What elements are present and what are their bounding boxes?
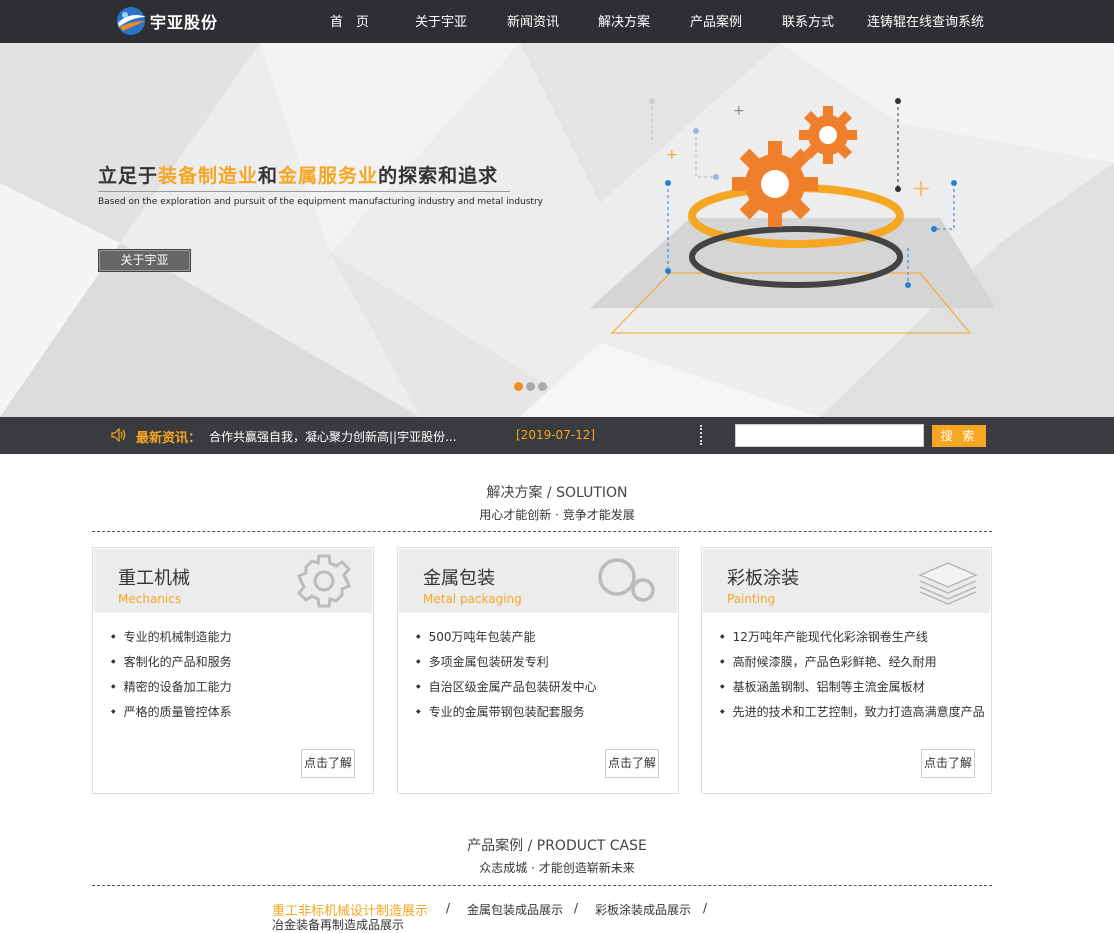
solution-title: 解决方案 / SOLUTION [486, 485, 628, 501]
card-title: 重工机械 [118, 568, 190, 589]
card-feature-list: 500万吨年包装产能 多项金属包装研发专利 自治区级金属产品包装研发中心 专业的… [416, 628, 597, 728]
headline-divider [98, 191, 510, 192]
small-gear [799, 106, 857, 164]
solution-card-painting: 彩板涂装 Painting 12万吨年产能现代化彩涂钢卷生产线 高耐候漆膜，产品… [701, 547, 992, 794]
card-feature-list: 专业的机械制造能力 客制化的产品和服务 精密的设备加工能力 严格的质量管控体系 [111, 628, 232, 728]
svg-text:+: + [733, 103, 745, 119]
carousel-dot[interactable] [538, 382, 547, 391]
card-title: 彩板涂装 [727, 568, 799, 589]
svg-text:+: + [666, 147, 678, 163]
banner-background: + + + [0, 43, 1114, 417]
carousel-dot[interactable] [514, 382, 523, 391]
card-header: 金属包装 Metal packaging [399, 549, 677, 613]
svg-text:+: + [911, 174, 931, 202]
hero-banner: + + + 立足于装备制造业和金属服务业的探索和追求 Based on the … [0, 43, 1114, 417]
list-item: 严格的质量管控体系 [111, 703, 232, 728]
list-item: 专业的机械制造能力 [111, 628, 232, 653]
category-tab-remanufacturing[interactable]: 冶金装备再制造成品展示 [272, 916, 404, 933]
speaker-icon [111, 428, 126, 442]
list-item: 12万吨年产能现代化彩涂钢卷生产线 [720, 628, 985, 653]
list-item: 客制化的产品和服务 [111, 653, 232, 678]
news-date: [2019-07-12] [516, 428, 596, 442]
list-item: 基板涵盖钢制、铝制等主流金属板材 [720, 678, 985, 703]
list-item: 自治区级金属产品包装研发中心 [416, 678, 597, 703]
brand-name: 宇亚股份 [150, 13, 219, 32]
headline-part-3: 的探索和追求 [378, 165, 499, 187]
carousel-dot[interactable] [526, 382, 535, 391]
nav-home[interactable]: 首 页 [330, 11, 369, 30]
headline-part-2: 和 [258, 165, 279, 187]
about-button[interactable]: 关于宇亚 [98, 249, 191, 272]
nav-roller-query[interactable]: 连铸辊在线查询系统 [867, 11, 984, 30]
card-header: 彩板涂装 Painting [703, 549, 990, 613]
layers-icon [918, 562, 978, 605]
banner-subline: Based on the exploration and pursuit of … [98, 197, 543, 207]
learn-more-button[interactable]: 点击了解 [605, 749, 659, 778]
logo-icon [117, 7, 146, 35]
solution-divider [92, 531, 992, 532]
banner-headline: 立足于装备制造业和金属服务业的探索和追求 [98, 161, 498, 188]
nav-solutions[interactable]: 解决方案 [598, 11, 650, 30]
card-title: 金属包装 [423, 568, 495, 589]
nav-products[interactable]: 产品案例 [690, 11, 742, 30]
search-input[interactable] [735, 424, 924, 447]
product-title: 产品案例 / PRODUCT CASE [467, 838, 647, 854]
category-separator: / [574, 901, 579, 915]
gear-icon [296, 554, 352, 608]
headline-part-1: 立足于 [98, 165, 159, 187]
headline-highlight-1: 装备制造业 [158, 165, 259, 187]
news-headline-link[interactable]: 合作共赢强自我，凝心聚力创新高||宇亚股份... [209, 428, 457, 445]
solution-card-mechanics: 重工机械 Mechanics 专业的机械制造能力 客制化的产品和服务 精密的设备… [92, 547, 374, 794]
list-item: 多项金属包装研发专利 [416, 653, 597, 678]
solution-card-packaging: 金属包装 Metal packaging 500万吨年包装产能 多项金属包装研发… [397, 547, 679, 794]
product-divider [92, 885, 992, 886]
nav-news[interactable]: 新闻资讯 [507, 11, 559, 30]
product-subtitle: 众志成城 · 才能创造崭新未来 [479, 861, 635, 875]
learn-more-button[interactable]: 点击了解 [301, 749, 355, 778]
list-item: 500万吨年包装产能 [416, 628, 597, 653]
logo[interactable]: 宇亚股份 [115, 5, 235, 37]
nav-contact[interactable]: 联系方式 [782, 11, 834, 30]
learn-more-button[interactable]: 点击了解 [921, 749, 975, 778]
list-item: 高耐候漆膜，产品色彩鲜艳、经久耐用 [720, 653, 985, 678]
big-gear [732, 141, 818, 227]
rings-icon [598, 558, 655, 602]
list-item: 精密的设备加工能力 [111, 678, 232, 703]
card-subtitle: Painting [727, 592, 776, 606]
news-divider [700, 425, 702, 445]
headline-highlight-2: 金属服务业 [278, 165, 379, 187]
category-tab-painting[interactable]: 彩板涂装成品展示 [595, 901, 691, 918]
list-item: 先进的技术和工艺控制，致力打造高满意度产品 [720, 703, 985, 728]
carousel-dots [514, 382, 547, 391]
news-bar: 最新资讯： 合作共赢强自我，凝心聚力创新高||宇亚股份... [2019-07-… [0, 417, 1114, 454]
solution-subtitle: 用心才能创新 · 竞争才能发展 [479, 508, 635, 522]
card-header: 重工机械 Mechanics [94, 549, 372, 613]
news-label: 最新资讯： [136, 431, 202, 446]
category-separator: / [446, 901, 451, 915]
category-separator: / [703, 901, 708, 915]
card-feature-list: 12万吨年产能现代化彩涂钢卷生产线 高耐候漆膜，产品色彩鲜艳、经久耐用 基板涵盖… [720, 628, 985, 728]
category-tab-packaging[interactable]: 金属包装成品展示 [467, 901, 563, 918]
nav-about[interactable]: 关于宇亚 [415, 11, 467, 30]
card-subtitle: Mechanics [118, 592, 182, 606]
list-item: 专业的金属带钢包装配套服务 [416, 703, 597, 728]
top-navbar: 宇亚股份 首 页 关于宇亚 新闻资讯 解决方案 产品案例 联系方式 连铸辊在线查… [0, 0, 1114, 43]
search-button[interactable]: 搜 索 [932, 425, 986, 447]
card-subtitle: Metal packaging [423, 592, 522, 606]
